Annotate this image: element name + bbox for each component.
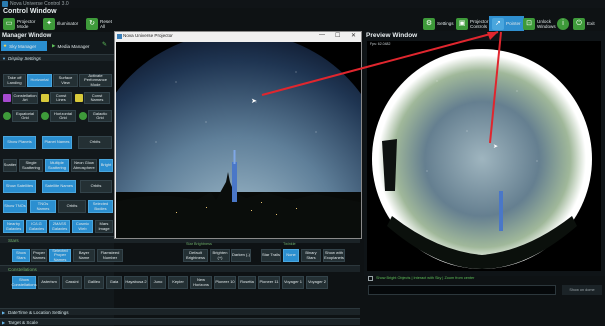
show-on-dome-button[interactable]: Show on dome [562, 285, 602, 295]
arrow-to-projector [261, 31, 499, 96]
arrowhead-projector [487, 32, 498, 40]
preview-options-label: Show Bright Objects | Interact with Sky … [376, 276, 475, 280]
show-on-dome-label: Show on dome [569, 288, 595, 292]
preview-command-input[interactable] [368, 285, 556, 295]
preview-checkbox[interactable] [368, 276, 373, 281]
arrow-to-preview [489, 31, 502, 144]
annotation-arrows [261, 31, 502, 144]
